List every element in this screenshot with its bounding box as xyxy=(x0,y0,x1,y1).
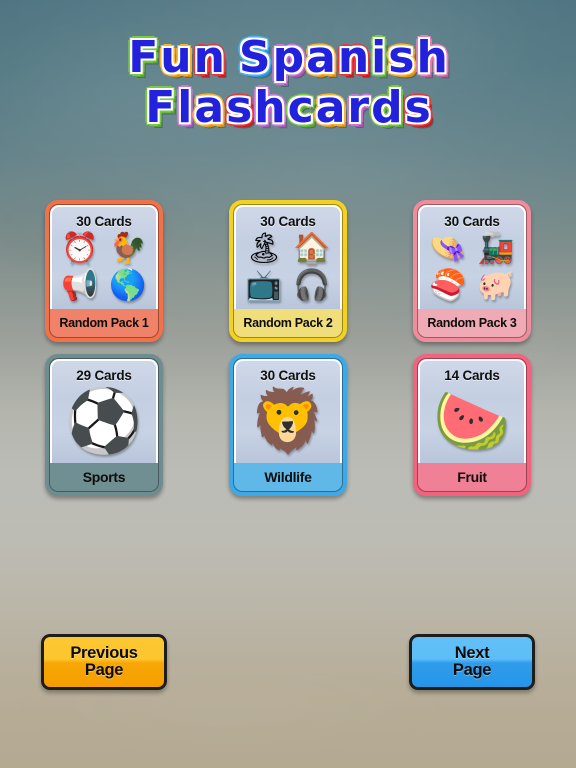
globe-icon: 🌎 xyxy=(109,269,147,303)
deck-card-random-pack-3[interactable]: 30 Cards 👒 🚂 🍣 🐖 Random Pack 3 xyxy=(413,200,531,342)
deck-card-label: Wildlife xyxy=(234,463,342,491)
deck-card-inner: 29 Cards ⚽ Sports xyxy=(49,358,159,492)
title-letter: S xyxy=(238,32,271,83)
deck-card-face: 30 Cards 🦁 xyxy=(234,359,342,463)
title-letter: h xyxy=(254,82,286,133)
deck-card-label: Fruit xyxy=(418,463,526,491)
title-letter: r xyxy=(347,82,370,133)
deck-card-count: 29 Cards xyxy=(76,368,132,383)
deck-card-random-pack-2[interactable]: 30 Cards 🏝 🏠 📺 🎧 Random Pack 2 xyxy=(229,200,347,342)
next-page-button[interactable]: Next Page xyxy=(409,634,535,690)
title-letter: d xyxy=(371,82,403,133)
title-letter: i xyxy=(371,32,387,83)
title-letter: p xyxy=(272,32,305,83)
title-line-1: Fun Spanish xyxy=(0,36,576,80)
deck-card-count: 30 Cards xyxy=(444,214,500,229)
deck-card-label: Random Pack 1 xyxy=(50,309,158,337)
desert-island-icon: 🏝 xyxy=(244,231,284,265)
title-letter: s xyxy=(388,32,415,83)
deck-card-inner: 14 Cards 🍉 Fruit xyxy=(417,358,527,492)
title-letter: u xyxy=(160,32,192,83)
deck-card-artwork: 🍉 xyxy=(420,383,524,463)
deck-grid: 30 Cards ⏰ 🐓 📢 🌎 Random Pack 1 30 Cards 🏝 🏠 📺 🎧 Ran… xyxy=(45,200,531,508)
page-title: Fun Spanish Flashcards xyxy=(0,36,576,130)
deck-row-1: 30 Cards ⏰ 🐓 📢 🌎 Random Pack 1 30 Cards 🏝 🏠 📺 🎧 Ran… xyxy=(45,200,531,342)
deck-card-count: 14 Cards xyxy=(444,368,500,383)
title-letter: s xyxy=(404,82,431,133)
title-letter: F xyxy=(128,32,159,83)
deck-card-face: 30 Cards 🏝 🏠 📺 🎧 xyxy=(234,205,342,309)
footer-navigation: Previous Page Next Page xyxy=(0,634,576,690)
previous-page-button[interactable]: Previous Page xyxy=(41,634,167,690)
title-letter: h xyxy=(416,32,448,83)
alarm-clock-icon: ⏰ xyxy=(61,231,99,265)
deck-card-label: Random Pack 2 xyxy=(234,309,342,337)
headphones-icon: 🎧 xyxy=(293,269,331,303)
deck-card-face: 30 Cards ⏰ 🐓 📢 🌎 xyxy=(50,205,158,309)
title-letter: n xyxy=(193,32,225,83)
deck-card-inner: 30 Cards ⏰ 🐓 📢 🌎 Random Pack 1 xyxy=(49,204,159,338)
previous-page-label-line2: Page xyxy=(84,661,124,679)
next-page-label-line1: Next xyxy=(454,643,490,662)
rooster-icon: 🐓 xyxy=(109,231,147,265)
deck-card-sports[interactable]: 29 Cards ⚽ Sports xyxy=(45,354,163,496)
deck-card-wildlife[interactable]: 30 Cards 🦁 Wildlife xyxy=(229,354,347,496)
deck-card-count: 30 Cards xyxy=(76,214,132,229)
deck-card-artwork: 👒 🚂 🍣 🐖 xyxy=(420,229,524,309)
deck-card-count: 30 Cards xyxy=(260,214,316,229)
deck-card-face: 14 Cards 🍉 xyxy=(418,359,526,463)
train-icon: 🚂 xyxy=(477,231,515,265)
next-page-label-line2: Page xyxy=(452,661,492,679)
deck-row-2: 29 Cards ⚽ Sports 30 Cards 🦁 Wildlife 14 Cards… xyxy=(45,354,531,496)
deck-card-artwork: 🦁 xyxy=(236,383,340,463)
deck-card-face: 30 Cards 👒 🚂 🍣 🐖 xyxy=(418,205,526,309)
watermelon-icon: 🍉 xyxy=(433,386,511,456)
lion-icon: 🦁 xyxy=(249,386,327,456)
whistle-icon: 📢 xyxy=(61,269,99,303)
title-letter: a xyxy=(194,82,225,133)
title-letter: F xyxy=(145,82,176,133)
title-line-2: Flashcards xyxy=(0,86,576,130)
previous-page-label-line1: Previous xyxy=(70,643,138,662)
pig-icon: 🐖 xyxy=(477,269,515,303)
title-letter: c xyxy=(287,82,314,133)
deck-card-inner: 30 Cards 🏝 🏠 📺 🎧 Random Pack 2 xyxy=(233,204,343,338)
deck-card-artwork: 🏝 🏠 📺 🎧 xyxy=(236,229,340,309)
deck-card-inner: 30 Cards 👒 🚂 🍣 🐖 Random Pack 3 xyxy=(417,204,527,338)
deck-card-face: 29 Cards ⚽ xyxy=(50,359,158,463)
title-letter: a xyxy=(315,82,346,133)
title-letter: a xyxy=(306,32,336,83)
deck-card-fruit[interactable]: 14 Cards 🍉 Fruit xyxy=(413,354,531,496)
sushi-icon: 🍣 xyxy=(429,269,467,303)
hat-icon: 👒 xyxy=(429,231,467,265)
deck-card-artwork: ⚽ xyxy=(52,383,156,463)
deck-card-label: Random Pack 3 xyxy=(418,309,526,337)
deck-card-inner: 30 Cards 🦁 Wildlife xyxy=(233,358,343,492)
title-letter: l xyxy=(177,82,193,133)
deck-card-label: Sports xyxy=(50,463,158,491)
oven-icon: 📺 xyxy=(245,269,283,303)
house-icon: 🏠 xyxy=(293,231,331,265)
title-letter: s xyxy=(226,82,253,133)
deck-card-count: 30 Cards xyxy=(260,368,316,383)
title-letter: n xyxy=(337,32,370,83)
soccer-player-icon: ⚽ xyxy=(65,386,143,456)
deck-card-artwork: ⏰ 🐓 📢 🌎 xyxy=(52,229,156,309)
title-space xyxy=(226,36,238,80)
deck-card-random-pack-1[interactable]: 30 Cards ⏰ 🐓 📢 🌎 Random Pack 1 xyxy=(45,200,163,342)
